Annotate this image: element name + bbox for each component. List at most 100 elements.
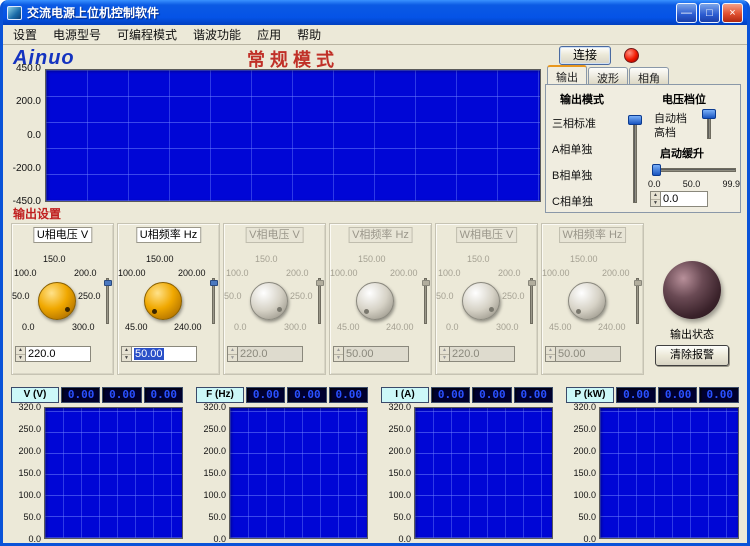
axis-tick-label: 150.0 [18, 468, 41, 478]
value-field[interactable]: 0.0 [661, 191, 708, 207]
spin-up-icon[interactable]: ▲ [122, 347, 131, 355]
maximize-button[interactable]: □ [699, 2, 720, 23]
spin-down-icon[interactable]: ▼ [16, 355, 25, 362]
knob-title: U相频率 Hz [135, 227, 202, 243]
spinner: ▲ ▼ [227, 346, 238, 362]
axis-tick-label: 200.0 [573, 445, 596, 456]
menu-item-5[interactable]: 帮助 [289, 24, 329, 45]
spin-up-icon[interactable]: ▲ [651, 192, 660, 200]
knob-value-input[interactable]: ▲ ▼ 50.00 [121, 346, 197, 362]
minimize-button[interactable]: — [676, 2, 697, 23]
main-content: Ainuo 常规模式 连接 450.0 200.0 0.0 -200.0 -450.0 … [3, 45, 747, 543]
spinner[interactable]: ▲ ▼ [15, 346, 26, 362]
minimize-icon: — [681, 6, 692, 19]
knob[interactable] [144, 282, 182, 320]
spinner: ▲ ▼ [545, 346, 556, 362]
connect-button[interactable]: 连接 [559, 46, 611, 65]
menu-bar: 设置 电源型号 可编程模式 谐波功能 应用 帮助 [3, 25, 747, 45]
tab-phase-angle[interactable]: 相角 [629, 67, 669, 85]
slider-track[interactable] [633, 115, 637, 203]
slider-thumb[interactable] [628, 115, 642, 125]
right-tab-control: 输出 波形 相角 输出模式 三相标准 A相单独 B相单独 C相单独 电压档位 自动档 高档 … [545, 65, 741, 213]
close-button[interactable]: × [722, 2, 743, 23]
meter-value: 0.00 [328, 387, 368, 403]
soft-start-slider[interactable] [652, 163, 736, 177]
meter-display: 0.00 0.00 0.00 [616, 387, 740, 403]
axis-tick-label: 100.0 [18, 489, 41, 500]
menu-item-1[interactable]: 电源型号 [45, 24, 109, 45]
slider-thumb[interactable] [210, 280, 218, 286]
voltage-range-option[interactable]: 高档 [654, 124, 676, 140]
meter-value: 0.00 [616, 387, 656, 403]
spin-up-icon[interactable]: ▲ [16, 347, 25, 355]
knob-scale-label: 0.0 [234, 322, 247, 332]
output-mode-option[interactable]: B相单独 [552, 167, 592, 183]
axis-tick-label: 320.0 [388, 402, 411, 412]
output-mode-slider[interactable] [628, 115, 642, 203]
knob-scale-label: 250.0 [290, 291, 313, 301]
axis-tick-label: 100.0 [203, 489, 226, 500]
knob-title: V相电压 V [245, 227, 304, 243]
value-field[interactable]: 220.0 [26, 346, 91, 362]
value-field[interactable]: 50.00 [132, 346, 197, 362]
fine-adjust-slider[interactable] [104, 278, 112, 324]
knob-value-input[interactable]: ▲ ▼ 220.0 [15, 346, 91, 362]
knob-scale-label: 45.00 [337, 322, 360, 332]
knob-scale-label: 100.00 [118, 268, 146, 278]
menu-item-3[interactable]: 谐波功能 [185, 24, 249, 45]
spin-down-icon[interactable]: ▼ [651, 200, 660, 207]
axis-tick-label: 320.0 [203, 402, 226, 412]
spin-down-icon[interactable]: ▼ [122, 355, 131, 362]
menu-item-4[interactable]: 应用 [249, 24, 289, 45]
axis-tick-label: 320.0 [573, 402, 596, 412]
soft-start-value-input[interactable]: ▲ ▼ 0.0 [650, 191, 708, 207]
clear-alarm-button[interactable]: 清除报警 [655, 345, 729, 366]
chart-y-axis: 320.0 250.0 200.0 150.0 100.0 50.0 0.0 [196, 402, 228, 543]
close-icon: × [729, 6, 736, 19]
soft-start-scale: 0.0 50.0 99.9 [648, 179, 740, 189]
value-field: 50.00 [344, 346, 409, 362]
knob-panel: U相电压 V 100.0 150.0 200.0 50.0 250.0 0.0 300.0 ▲ ▼… [11, 223, 114, 375]
knob[interactable] [38, 282, 76, 320]
output-mode-option[interactable]: A相单独 [552, 141, 592, 157]
voltage-range-slider[interactable] [702, 109, 716, 139]
meter-label: I (A) [381, 387, 429, 403]
meter-display: 0.00 0.00 0.00 [431, 387, 553, 403]
menu-item-2[interactable]: 可编程模式 [109, 24, 185, 45]
knob-scale-label: 50.0 [224, 291, 242, 301]
output-mode-option[interactable]: C相单独 [552, 193, 593, 209]
axis-tick-label: 200.0 [203, 445, 226, 456]
output-tab-panel: 输出模式 三相标准 A相单独 B相单独 C相单独 电压档位 自动档 高档 启动缓升 0. [545, 84, 741, 213]
window-titlebar[interactable]: 交流电源上位机控制软件 — □ × [3, 0, 747, 25]
slider-track[interactable] [652, 168, 736, 172]
waveform-chart-plot-area [45, 69, 541, 202]
spinner: ▲ ▼ [439, 346, 450, 362]
output-mode-option[interactable]: 三相标准 [552, 115, 596, 131]
tab-waveform[interactable]: 波形 [588, 67, 628, 85]
meter-display: 0.00 0.00 0.00 [61, 387, 183, 403]
output-mode-label: 输出模式 [560, 94, 604, 106]
knob-scale-label: 240.00 [386, 322, 414, 332]
spin-down-icon: ▼ [230, 354, 235, 361]
knob-scale-label: 100.0 [226, 268, 249, 278]
knob-panel: U相频率 Hz 100.00 150.00 200.00 45.00 240.00 ▲ ▼ 50… [117, 223, 220, 375]
axis-tick-label: 450.0 [15, 63, 41, 74]
slider-thumb[interactable] [652, 164, 661, 176]
knob-pointer-icon [576, 309, 581, 314]
axis-tick-label: 250.0 [18, 423, 41, 434]
meter-label: F (Hz) [196, 387, 244, 403]
app-window: 交流电源上位机控制软件 — □ × 设置 电源型号 可编程模式 谐波功能 应用 帮助 Ai… [0, 0, 750, 546]
spinner[interactable]: ▲ ▼ [121, 346, 132, 362]
menu-item-0[interactable]: 设置 [5, 24, 45, 45]
tab-output[interactable]: 输出 [547, 65, 587, 84]
spinner[interactable]: ▲ ▼ [650, 191, 661, 207]
knob [568, 282, 606, 320]
slider-thumb[interactable] [702, 109, 716, 119]
spin-up-icon: ▲ [546, 347, 555, 355]
selected-text: 50.00 [134, 348, 164, 360]
fine-adjust-slider[interactable] [210, 278, 218, 324]
knob-scale-label: 45.00 [549, 322, 572, 332]
spin-up-icon: ▲ [228, 347, 237, 355]
meter-value: 0.00 [61, 387, 101, 403]
slider-thumb[interactable] [104, 280, 112, 286]
